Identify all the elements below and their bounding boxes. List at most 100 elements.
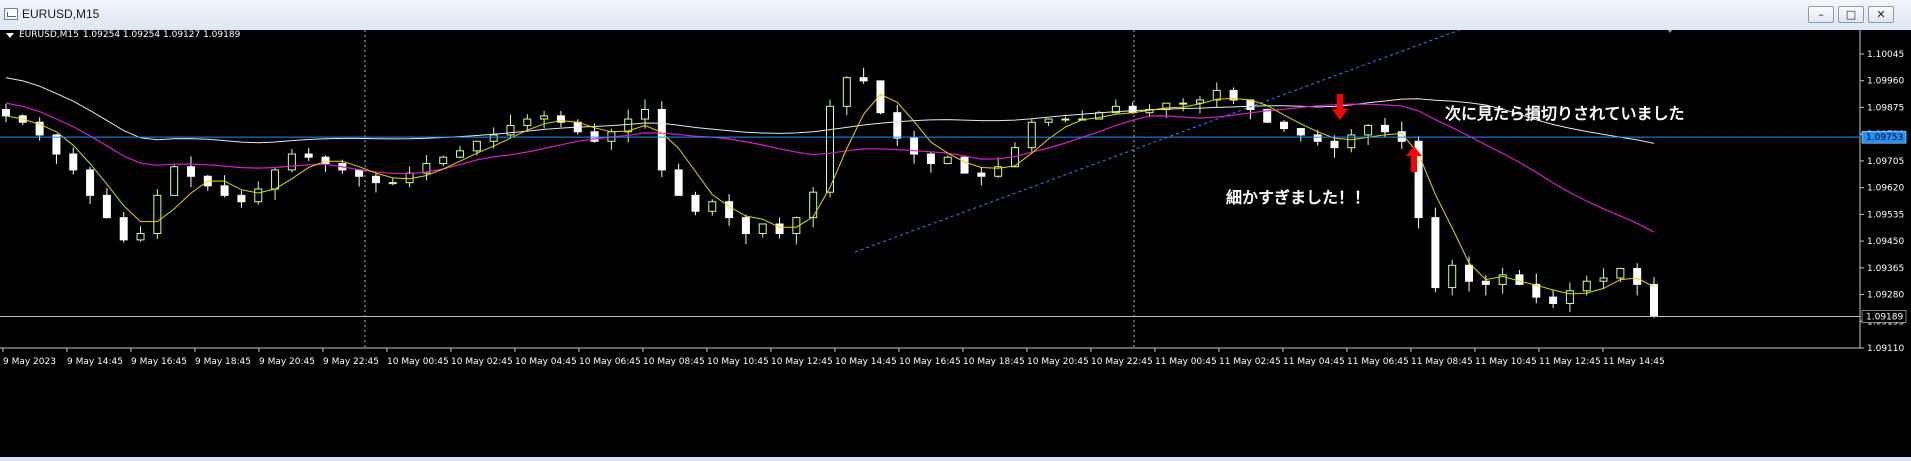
candle-body — [842, 77, 851, 107]
candle-body — [540, 115, 549, 120]
candle-body — [304, 153, 313, 158]
chart-background — [0, 30, 1911, 457]
candle-body — [641, 109, 650, 120]
candle-body — [758, 223, 767, 235]
time-tick-label: 10 May 12:45 — [771, 357, 833, 367]
candle-body — [775, 223, 784, 235]
candle-body — [1582, 280, 1591, 292]
time-tick-label: 10 May 00:45 — [387, 357, 449, 367]
price-tick-label: 1.10045 — [1867, 50, 1904, 60]
candle-body — [355, 169, 364, 177]
candle-body — [1195, 99, 1204, 104]
time-tick-label: 9 May 18:45 — [195, 357, 251, 367]
price-tick-label: 1.09450 — [1867, 237, 1904, 247]
candle — [153, 189, 162, 239]
candle-body — [708, 201, 717, 212]
time-tick-label: 9 May 20:45 — [259, 357, 315, 367]
candle-body — [691, 194, 700, 212]
time-tick-label: 10 May 22:45 — [1091, 357, 1153, 367]
time-tick-label: 11 May 12:45 — [1539, 357, 1601, 367]
candle-body — [489, 134, 498, 142]
candle-body — [2, 109, 10, 117]
time-tick-label: 10 May 18:45 — [963, 357, 1025, 367]
candle — [657, 101, 666, 178]
candle-body — [388, 182, 397, 185]
candle-body — [1128, 105, 1137, 114]
candle-body — [1431, 217, 1440, 289]
candle-body — [826, 105, 834, 193]
candle-body — [1549, 296, 1558, 304]
chart-symbol-label: EURUSD,M15 1.09254 1.09254 1.09127 1.0918… — [19, 30, 241, 40]
minimize-button[interactable]: – — [1808, 6, 1834, 23]
candle-body — [1330, 140, 1339, 149]
candle-body — [1364, 124, 1373, 136]
time-tick-label: 10 May 02:45 — [451, 357, 513, 367]
price-tick-label: 1.09620 — [1867, 184, 1904, 194]
time-tick-label: 10 May 10:45 — [707, 357, 769, 367]
candlestick-chart[interactable]: 1.100451.099601.098751.097901.097051.096… — [0, 27, 1911, 457]
time-tick-label: 11 May 08:45 — [1411, 357, 1473, 367]
chart-area[interactable]: 1.100451.099601.098751.097901.097051.096… — [0, 27, 1911, 457]
candle-body — [1212, 89, 1221, 101]
candle-body — [472, 140, 481, 152]
candle-body — [170, 166, 179, 196]
candle-body — [456, 150, 465, 158]
candle — [1431, 207, 1440, 293]
candle-body — [220, 185, 229, 196]
candle-body — [1179, 102, 1188, 105]
maximize-button[interactable]: □ — [1838, 6, 1864, 23]
candle-body — [657, 109, 666, 171]
candle-body — [254, 188, 263, 203]
annotation-too-fine: 細かすぎました！！ — [1226, 188, 1370, 207]
candle-body — [136, 233, 145, 241]
candle-body — [1465, 264, 1474, 282]
candle-body — [893, 112, 902, 139]
time-tick-label: 9 May 22:45 — [323, 357, 379, 367]
time-tick-label: 9 May 16:45 — [131, 357, 187, 367]
candle-body — [741, 217, 750, 235]
candle-body — [674, 169, 683, 196]
candle — [960, 156, 969, 174]
price-tick-label: 1.09960 — [1867, 77, 1904, 87]
candle-body — [523, 118, 532, 126]
candle-body — [977, 172, 986, 177]
candle-body — [119, 217, 128, 241]
candle-body — [859, 77, 868, 82]
candle-body — [69, 153, 78, 171]
candle-body — [1481, 280, 1490, 285]
time-tick-label: 10 May 20:45 — [1027, 357, 1089, 367]
candle-body — [1380, 124, 1389, 133]
current-price-label: 1.09753 — [1866, 133, 1903, 143]
time-tick-label: 11 May 00:45 — [1155, 357, 1217, 367]
time-tick-label: 10 May 04:45 — [515, 357, 577, 367]
candle-body — [1616, 268, 1625, 279]
candle-body — [439, 156, 448, 165]
candle-body — [1027, 121, 1036, 149]
price-tick-label: 1.09705 — [1867, 157, 1904, 167]
time-tick-label: 10 May 16:45 — [899, 357, 961, 367]
title-bar[interactable]: EURUSD,M15 – □ ✕ — [0, 0, 1911, 31]
price-tick-label: 1.09535 — [1867, 210, 1904, 220]
time-tick-label: 10 May 14:45 — [835, 357, 897, 367]
time-tick-label: 10 May 06:45 — [579, 357, 641, 367]
price-tick-label: 1.09875 — [1867, 103, 1904, 113]
candle-body — [960, 156, 969, 174]
candle-body — [287, 153, 296, 171]
candle-body — [86, 169, 95, 196]
window-title: EURUSD,M15 — [22, 7, 100, 21]
candle-body — [809, 191, 818, 219]
candle-body — [271, 169, 280, 190]
close-button[interactable]: ✕ — [1868, 6, 1894, 23]
time-tick-label: 11 May 14:45 — [1603, 357, 1665, 367]
terminal-window: EURUSD,M15 – □ ✕ 1.10045 1.09960 1.09875 1.… — [0, 0, 1911, 457]
chart-window-icon — [4, 8, 18, 20]
candle-body — [725, 201, 734, 219]
candle-body — [237, 194, 246, 203]
last-price-label: 1.09189 — [1866, 313, 1903, 323]
price-tick-label: 1.09110 — [1867, 344, 1904, 354]
candle-body — [1296, 128, 1305, 136]
time-tick-label: 9 May 2023 — [3, 357, 56, 367]
candle-body — [186, 166, 195, 177]
candle-body — [1044, 118, 1053, 123]
annotation-stop-loss: 次に見たら損切りされていました — [1445, 104, 1685, 123]
